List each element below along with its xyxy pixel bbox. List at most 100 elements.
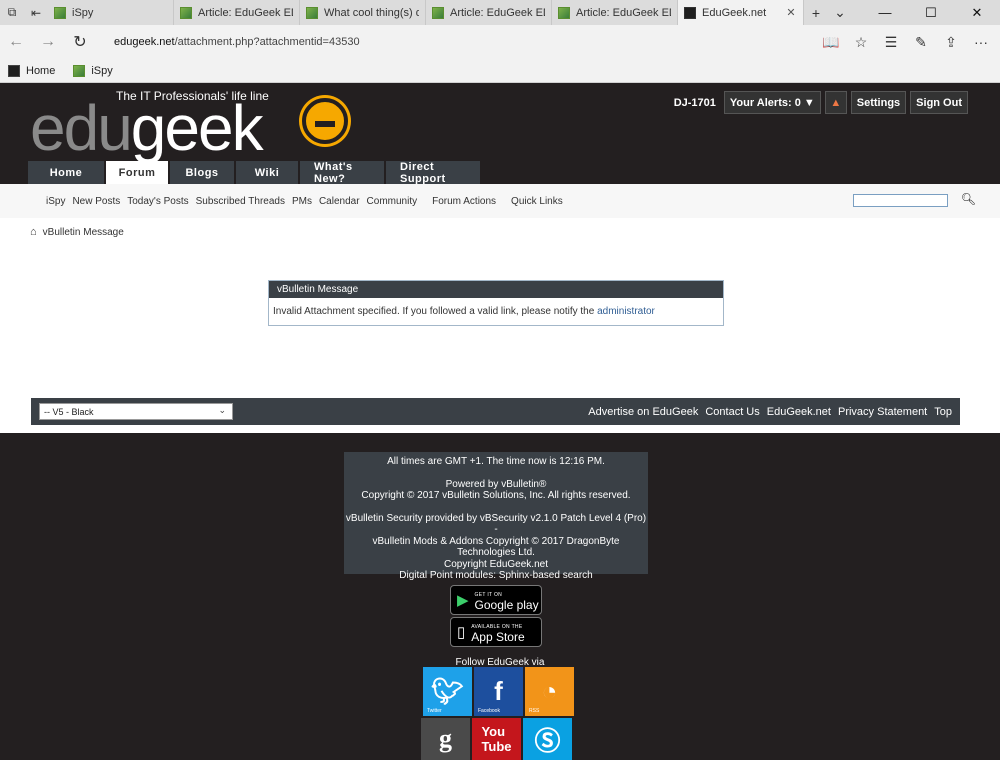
security-credit: vBulletin Mods & Addons Copyright © 2017…: [372, 535, 620, 547]
browser-tab[interactable]: What cool thing(s) dic: [300, 0, 426, 25]
tab-direct-support[interactable]: Direct Support: [386, 161, 480, 185]
twitter-button[interactable]: 🐦︎ Twitter: [423, 667, 472, 716]
subnav-todays-posts[interactable]: Today's Posts: [127, 196, 188, 207]
browser-tab[interactable]: iSpy: [48, 0, 174, 25]
breadcrumb-current: vBulletin Message: [42, 226, 124, 238]
subnav-new-posts[interactable]: New Posts: [72, 196, 120, 207]
home-icon[interactable]: ⌂: [30, 226, 37, 238]
more-icon[interactable]: ···: [966, 25, 996, 59]
tab-whats-new[interactable]: What's New?: [300, 161, 384, 185]
username[interactable]: DJ-1701: [674, 97, 716, 109]
edugeek-favicon-icon: [180, 6, 192, 19]
google-play-icon: ▶: [457, 592, 469, 609]
browser-tab-bar: ⧉ ⇤ iSpy Article: EduGeek EDIT What cool…: [0, 0, 1000, 25]
alerts-button[interactable]: Your Alerts: 0 ▼: [723, 91, 821, 114]
message-body: Invalid Attachment specified. If you fol…: [273, 306, 655, 317]
subnav-forum-actions[interactable]: Forum Actions: [432, 196, 496, 207]
youtube-icon: You Tube: [481, 724, 512, 754]
subnav-community[interactable]: Community: [367, 196, 418, 207]
edugeek-favicon-icon: [558, 6, 570, 19]
contact-us-link[interactable]: Contact Us: [705, 406, 759, 418]
search-input[interactable]: [853, 194, 948, 207]
subnav-quick-links[interactable]: Quick Links: [511, 196, 563, 207]
security-credit: Technologies Ltd.: [457, 547, 535, 558]
tab-home[interactable]: Home: [28, 161, 104, 184]
rss-button[interactable]: ◔ RSS: [525, 667, 574, 716]
edugeek-link[interactable]: EduGeek.net: [767, 406, 831, 418]
copyright-edugeek: Copyright EduGeek.net: [444, 558, 548, 570]
google-play-badge[interactable]: ▶ GET IT ON Google play: [450, 585, 542, 615]
tab-blogs[interactable]: Blogs: [170, 161, 234, 184]
rss-icon: ◔: [541, 676, 558, 706]
twitter-icon: 🐦︎: [430, 676, 464, 706]
powered-by: Powered by vBulletin®: [445, 478, 547, 490]
sign-out-button[interactable]: Sign Out: [910, 91, 968, 114]
browser-tab[interactable]: Article: EduGeek EDIT: [174, 0, 300, 25]
browser-tab-active[interactable]: EduGeek.net ✕: [678, 0, 804, 25]
subnav-calendar[interactable]: Calendar: [319, 196, 360, 207]
logo-emblem-icon: ▬: [302, 98, 348, 144]
chevron-down-icon[interactable]: ⌄: [828, 0, 852, 25]
administrator-link[interactable]: administrator: [597, 306, 655, 317]
edugeek-favicon-icon: [306, 6, 318, 19]
facebook-icon: f: [494, 676, 503, 706]
reading-view-icon[interactable]: 📖: [816, 25, 846, 59]
set-aside-tabs-icon[interactable]: ⇤: [24, 0, 48, 25]
favorite-home[interactable]: Home: [8, 64, 55, 77]
browser-tab[interactable]: Article: EduGeek EDIT: [426, 0, 552, 25]
subnav-pms[interactable]: PMs: [292, 196, 312, 207]
favorites-bar: Home iSpy: [0, 59, 1000, 83]
ispy-favicon-icon: [54, 6, 66, 19]
web-note-icon[interactable]: ✎: [906, 25, 936, 59]
tab-manager-icon[interactable]: ⧉: [0, 0, 24, 25]
favorite-ispy[interactable]: iSpy: [73, 64, 113, 77]
settings-button[interactable]: Settings: [850, 91, 907, 114]
close-window-icon[interactable]: ✕: [954, 0, 1000, 25]
color-picker-icon[interactable]: ▲: [824, 91, 847, 114]
google-plus-button[interactable]: g: [421, 718, 470, 760]
youtube-button[interactable]: You Tube: [472, 718, 521, 760]
forward-arrow-icon[interactable]: →: [32, 25, 64, 59]
browser-tab[interactable]: Article: EduGeek EDIT: [552, 0, 678, 25]
close-tab-icon[interactable]: ✕: [785, 6, 797, 19]
home-favicon-icon: [8, 64, 20, 77]
edugeek-favicon-icon: [432, 6, 444, 19]
minimize-icon[interactable]: —: [862, 0, 908, 25]
search-icon[interactable]: 🔍︎: [961, 192, 976, 206]
forum-footer-bar: -- V5 - Black ⌄ Advertise on EduGeek Cont…: [31, 398, 960, 425]
message-box: vBulletin Message Invalid Attachment spe…: [268, 280, 724, 326]
subnav-ispy[interactable]: iSpy: [46, 196, 65, 207]
refresh-icon[interactable]: ↻: [64, 25, 96, 59]
top-link[interactable]: Top: [934, 406, 952, 418]
hub-icon[interactable]: ☰: [876, 25, 906, 59]
app-store-badge[interactable]: ▯ AVAILABLE ON THE App Store: [450, 617, 542, 647]
forum-subnav: iSpy New Posts Today's Posts Subscribed …: [0, 184, 1000, 218]
message-title: vBulletin Message: [269, 281, 723, 298]
advertise-link[interactable]: Advertise on EduGeek: [588, 406, 698, 418]
main-tabs: Home Forum Blogs Wiki What's New? Direct…: [28, 161, 480, 185]
tab-forum[interactable]: Forum: [106, 161, 168, 185]
edugeek-logo[interactable]: edugeek: [30, 96, 264, 160]
breadcrumb: ⌂ vBulletin Message: [30, 226, 124, 238]
style-selector[interactable]: -- V5 - Black ⌄: [39, 403, 233, 420]
footer-info-box: All times are GMT +1. The time now is 12…: [344, 452, 648, 581]
maximize-icon[interactable]: ☐: [908, 0, 954, 25]
ispy-favicon-icon: [73, 64, 86, 77]
new-tab-icon[interactable]: +: [804, 0, 828, 25]
user-box: DJ-1701 Your Alerts: 0 ▼ ▲ Settings Sign…: [674, 91, 968, 114]
time-info: All times are GMT +1. The time now is 12…: [387, 456, 605, 467]
favorite-star-icon[interactable]: ☆: [846, 25, 876, 59]
subnav-subscribed-threads[interactable]: Subscribed Threads: [196, 196, 285, 207]
tab-wiki[interactable]: Wiki: [236, 161, 298, 184]
back-arrow-icon[interactable]: ←: [0, 25, 32, 59]
share-icon[interactable]: ⇪: [936, 25, 966, 59]
facebook-button[interactable]: f Facebook: [474, 667, 523, 716]
site-header: The IT Professionals' life line edugeek …: [0, 84, 1000, 185]
site-footer: All times are GMT +1. The time now is 12…: [0, 433, 1000, 760]
phone-icon: ▯: [457, 624, 466, 641]
modules-credit: Digital Point modules: Sphinx-based sear…: [399, 570, 593, 581]
privacy-statement-link[interactable]: Privacy Statement: [838, 406, 927, 418]
chevron-down-icon: ⌄: [218, 405, 226, 415]
skype-button[interactable]: Ⓢ: [523, 718, 572, 760]
address-bar[interactable]: edugeek.net/attachment.php?attachmentid=…: [114, 36, 816, 48]
